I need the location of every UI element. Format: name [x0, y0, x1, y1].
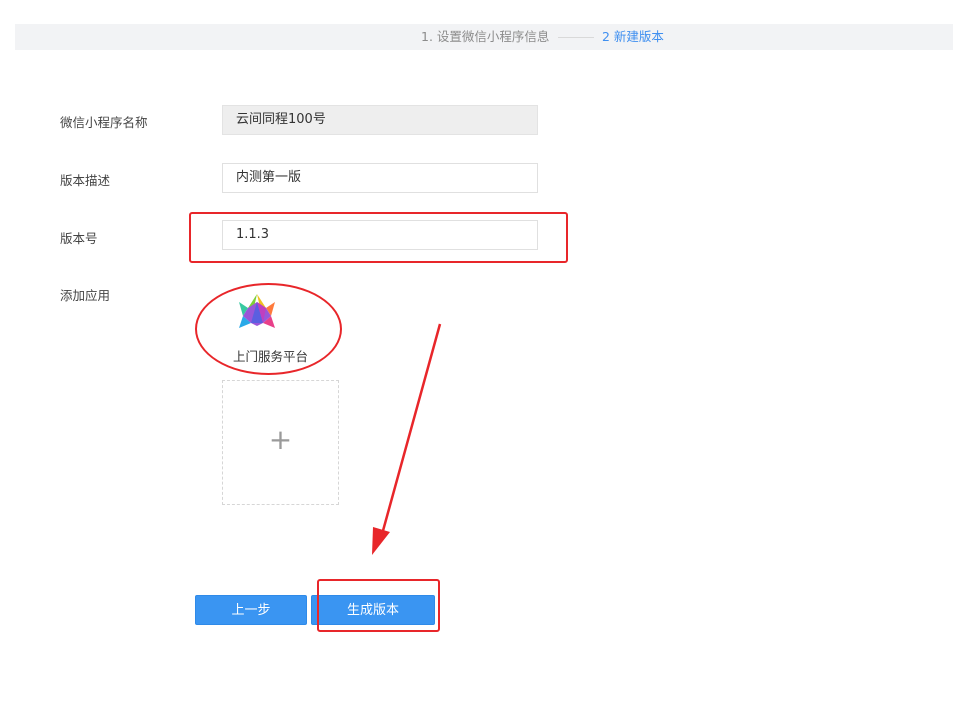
- generate-highlight-box: [317, 579, 440, 632]
- red-arrow-icon: [372, 323, 442, 555]
- description-field[interactable]: 内测第一版: [222, 163, 538, 193]
- step-2-label: 2 新建版本: [602, 29, 664, 44]
- add-app-label: 添加应用: [60, 288, 111, 303]
- step-1-label: 1. 设置微信小程序信息: [421, 29, 550, 44]
- name-label: 微信小程序名称: [60, 115, 148, 130]
- plus-icon: +: [268, 423, 293, 456]
- version-label: 版本号: [60, 231, 98, 246]
- step-connector-line: [558, 37, 594, 38]
- steps-bar: 1. 设置微信小程序信息 2 新建版本: [15, 24, 953, 50]
- add-app-button[interactable]: +: [222, 380, 339, 505]
- app-highlight-ellipse: [195, 283, 342, 375]
- name-field: 云间同程100号: [222, 105, 538, 135]
- description-label: 版本描述: [60, 173, 111, 188]
- previous-step-button[interactable]: 上一步: [195, 595, 307, 625]
- version-highlight-box: [189, 212, 568, 263]
